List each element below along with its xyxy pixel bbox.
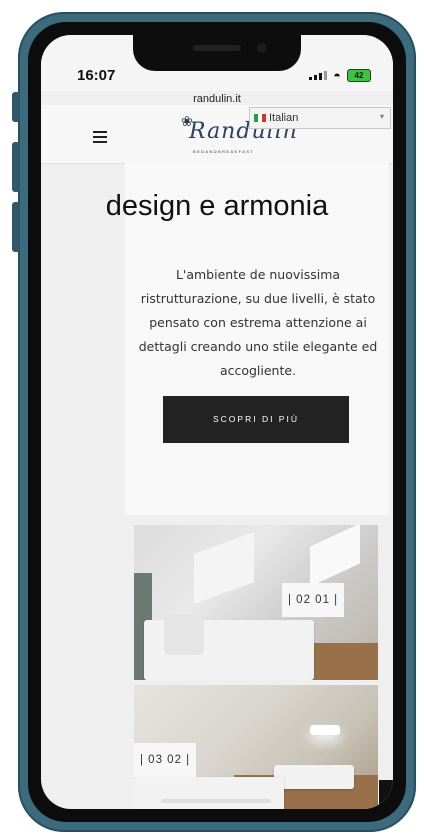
speaker <box>193 45 241 51</box>
mute-switch <box>12 92 20 122</box>
gallery-counter: | 03 02 | <box>134 743 197 777</box>
chevron-down-icon: ▾ <box>379 112 384 121</box>
wall-lamp <box>310 725 340 735</box>
hamburger-icon[interactable] <box>93 131 107 146</box>
logo-subtitle: BEDANDBREAKFAST <box>193 149 255 154</box>
bench <box>274 765 354 789</box>
gallery-counter: | 02 01 | <box>282 583 345 617</box>
camera <box>257 43 267 53</box>
battery-icon: 42 <box>347 69 371 82</box>
screen: 16:07 ◓ 42 randulin.it ❀ Randulin BEDAND <box>41 35 393 809</box>
scopri-button[interactable]: SCOPRI DI PIÙ <box>163 396 349 443</box>
volume-up-button <box>12 142 20 192</box>
signal-icon <box>309 71 328 80</box>
pillow <box>164 615 204 655</box>
wifi-icon: ◓ <box>333 68 341 83</box>
skylight <box>194 532 254 604</box>
phone-bezel: 16:07 ◓ 42 randulin.it ❀ Randulin BEDAND <box>28 22 406 822</box>
bed <box>134 777 284 809</box>
notch <box>133 35 301 71</box>
language-label: Italian <box>269 112 299 124</box>
volume-down-button <box>12 202 20 252</box>
section-text: L'ambiente de nuovissima ristrutturazion… <box>138 267 378 378</box>
collapse-button[interactable] <box>379 780 393 809</box>
status-icons: ◓ 42 <box>309 68 371 83</box>
status-bar: 16:07 ◓ 42 randulin.it <box>41 35 393 105</box>
skylight <box>310 525 360 587</box>
gallery-photo[interactable]: | 03 02 | <box>134 685 378 809</box>
language-select[interactable]: Italian ▾ <box>249 107 391 129</box>
section-heading: design e armonia <box>105 190 329 222</box>
phone-frame: 16:07 ◓ 42 randulin.it ❀ Randulin BEDAND <box>12 12 416 832</box>
clock: 16:07 <box>77 67 116 84</box>
address-bar[interactable]: randulin.it <box>41 93 393 105</box>
home-indicator[interactable] <box>161 799 271 803</box>
italian-flag-icon <box>254 114 266 122</box>
gallery-photo[interactable]: | 02 01 | <box>134 525 378 680</box>
